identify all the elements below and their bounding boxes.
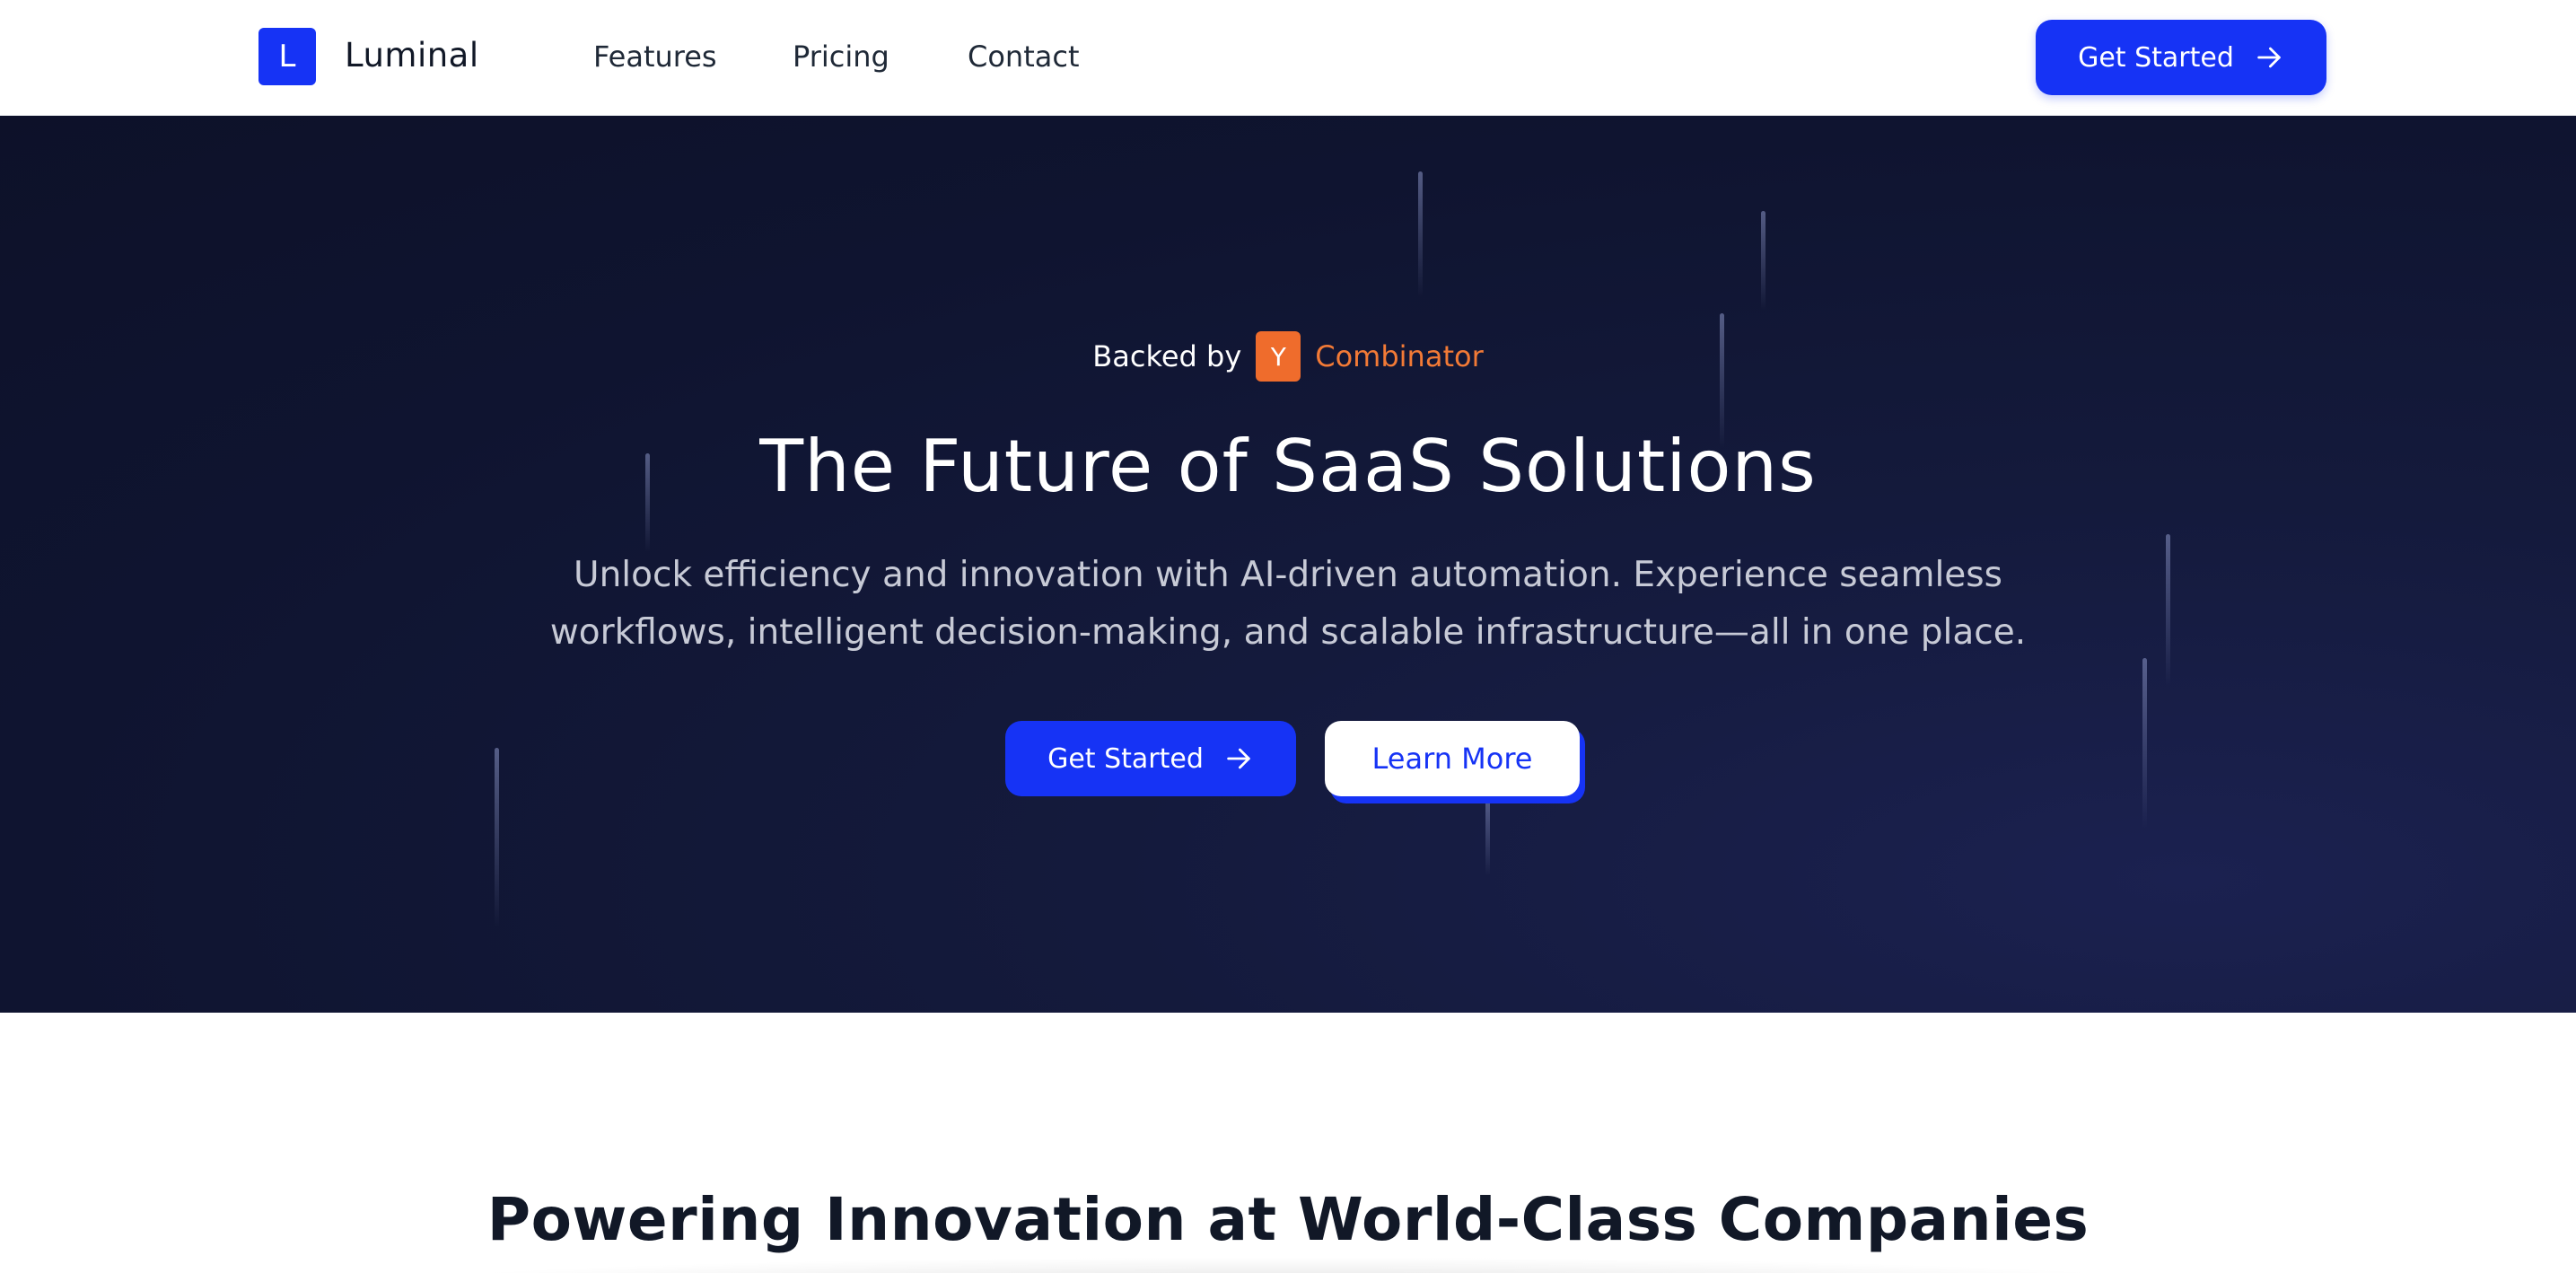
nav-link-features[interactable]: Features xyxy=(593,40,717,74)
backed-by-label: Backed by xyxy=(1092,339,1242,373)
hero-title: The Future of SaaS Solutions xyxy=(759,425,1817,508)
backed-by-badge: Backed by Y Combinator xyxy=(0,331,2576,382)
hero-get-started-button[interactable]: Get Started xyxy=(1005,721,1296,796)
decorative-streak xyxy=(2166,534,2170,687)
decorative-streak xyxy=(2142,658,2147,829)
nav-get-started-label: Get Started xyxy=(2078,41,2234,74)
companies-section-title: Powering Innovation at World-Class Compa… xyxy=(486,1185,2090,1254)
brand-name[interactable]: Luminal xyxy=(345,36,479,75)
decorative-streak xyxy=(1761,211,1766,310)
hero-section: Backed by Y Combinator The Future of Saa… xyxy=(0,116,2576,1013)
navbar: L Luminal Features Pricing Contact Get S… xyxy=(0,0,2576,116)
nav-get-started-button[interactable]: Get Started xyxy=(2036,20,2326,95)
nav-link-contact[interactable]: Contact xyxy=(968,40,1080,74)
nav-link-pricing[interactable]: Pricing xyxy=(793,40,889,74)
arrow-right-icon xyxy=(2257,47,2281,68)
decorative-streak xyxy=(495,748,499,927)
decorative-streak xyxy=(1418,171,1423,297)
arrow-right-icon xyxy=(1227,748,1250,769)
learn-more-button[interactable]: Learn More xyxy=(1325,721,1580,796)
y-combinator-name: Combinator xyxy=(1315,339,1484,373)
hero-get-started-label: Get Started xyxy=(1047,742,1204,775)
hero-subtitle: Unlock efficiency and innovation with AI… xyxy=(549,555,2027,653)
logo-icon[interactable]: L xyxy=(258,28,316,85)
y-combinator-logo: Y xyxy=(1256,331,1301,382)
decorative-streak xyxy=(1485,795,1490,875)
logo-carousel-shadow xyxy=(386,1257,2190,1273)
